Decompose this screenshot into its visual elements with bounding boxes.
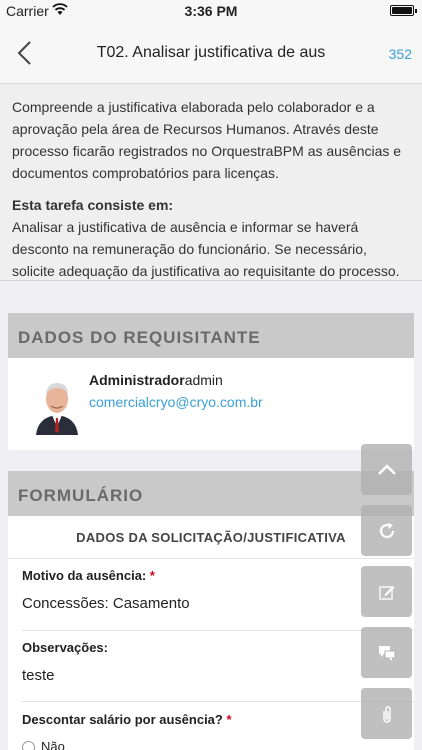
task-heading: Esta tarefa consiste em: [12,197,174,213]
divider [22,630,414,631]
battery-icon [390,5,417,16]
observations-label: Observações: [22,640,108,655]
requester-name: Administradoradmin [89,372,223,388]
requester-email[interactable]: comercialcryo@cryo.com.br [89,394,263,410]
task-count[interactable]: 352 [389,46,412,62]
refresh-icon [379,522,394,538]
page-title: T02. Analisar justificativa de aus [96,44,326,61]
absence-reason-field[interactable]: Motivo da ausência: * Concessões: Casame… [22,568,414,612]
description-text: Compreende a justificativa elaborada pel… [12,99,402,181]
clock: 3:36 PM [184,3,238,19]
chat-button[interactable] [361,627,412,678]
observations-value[interactable]: teste [22,667,414,684]
paperclip-icon [382,705,391,723]
required-marker: * [226,712,232,727]
edit-icon [378,585,394,600]
required-marker: * [149,568,155,583]
observations-field[interactable]: Observações: teste [22,640,414,684]
chat-icon [378,645,395,661]
form-header: FORMULÁRIO [8,471,414,516]
form-card: FORMULÁRIO DADOS DA SOLICITAÇÃO/JUSTIFIC… [8,471,414,750]
edit-button[interactable] [361,566,412,617]
absence-reason-value[interactable]: Concessões: Casamento [22,595,414,612]
radio-option-nao[interactable]: Não [22,739,65,750]
form-section-title: DADOS DA SOLICITAÇÃO/JUSTIFICATIVA [8,516,414,559]
scroll-top-button[interactable] [361,444,412,495]
salary-deduction-field: Descontar salário por ausência? * [22,712,414,727]
radio-option-label: Não [41,739,65,750]
status-bar: Carrier 3:36 PM [0,0,422,22]
navigation-bar: T02. Analisar justificativa de aus 352 [0,22,422,84]
task-text: Analisar a justificativa de ausência e i… [12,219,400,279]
chevron-up-icon [377,463,396,475]
refresh-button[interactable] [361,505,412,556]
requester-header: DADOS DO REQUISITANTE [8,313,414,358]
attachment-button[interactable] [361,688,412,739]
radio-circle-icon[interactable] [22,741,35,750]
avatar [32,375,82,435]
task-description: Compreende a justificativa elaborada pel… [0,84,422,281]
salary-deduction-label: Descontar salário por ausência? [22,712,223,727]
back-chevron-icon[interactable] [14,40,36,66]
requester-card: DADOS DO REQUISITANTE Administradoradmin… [8,313,414,450]
divider [22,701,414,702]
absence-reason-label: Motivo da ausência: [22,568,147,583]
